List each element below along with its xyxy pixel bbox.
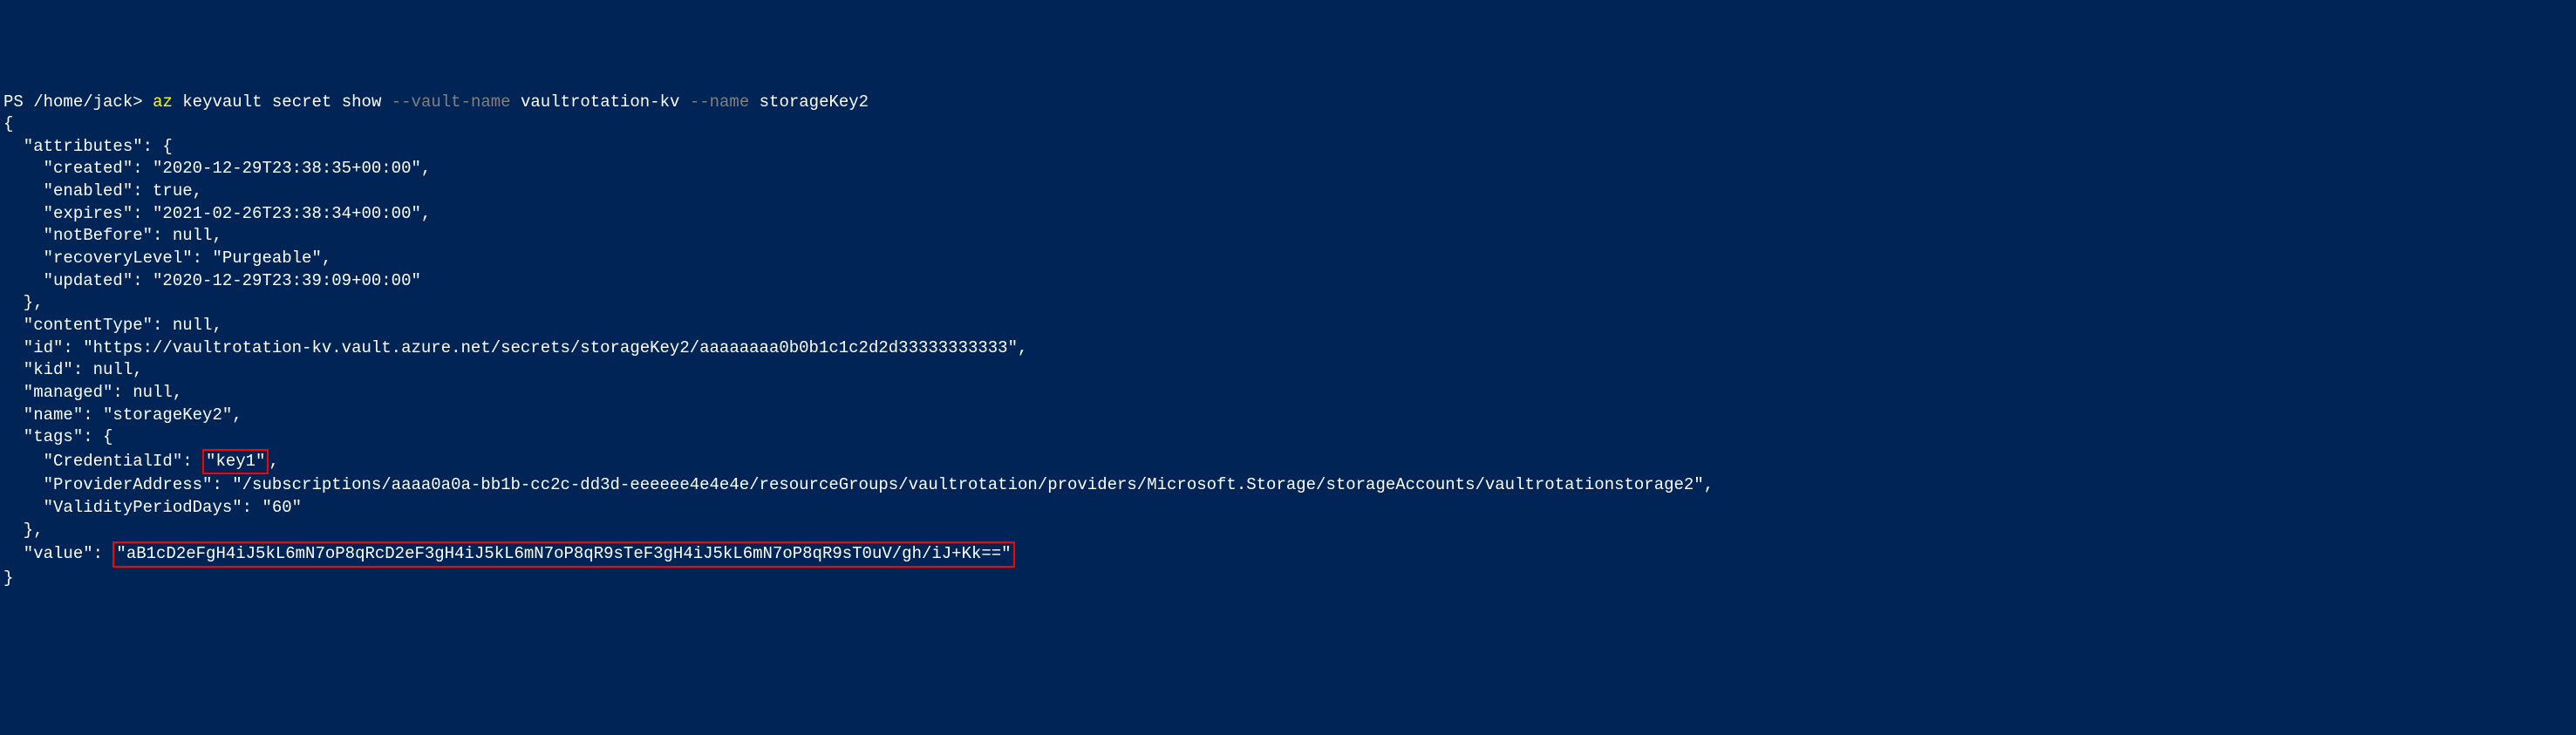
flag-vault-name: --vault-name	[392, 92, 521, 112]
json-tags-key: "tags": {	[3, 426, 2573, 449]
json-updated: "updated": "2020-12-29T23:39:09+00:00"	[3, 270, 2573, 293]
json-kid: "kid": null,	[3, 359, 2573, 382]
json-recoverylevel: "recoveryLevel": "Purgeable",	[3, 248, 2573, 270]
credentialid-highlight: "key1"	[202, 449, 269, 475]
prompt-path: /home/jack	[33, 92, 133, 112]
json-contenttype: "contentType": null,	[3, 315, 2573, 337]
value-pre: "value":	[3, 544, 112, 563]
json-notbefore: "notBefore": null,	[3, 225, 2573, 248]
json-enabled: "enabled": true,	[3, 180, 2573, 203]
val-name: storageKey2	[760, 92, 869, 112]
val-vault-name: vaultrotation-kv	[521, 92, 690, 112]
json-close-brace: }	[3, 568, 2573, 590]
cmd-secret: secret	[272, 92, 342, 112]
value-highlight: "aB1cD2eFgH4iJ5kL6mN7oP8qRcD2eF3gH4iJ5kL…	[112, 541, 1014, 568]
prompt-ps: PS	[3, 92, 33, 112]
json-expires: "expires": "2021-02-26T23:38:34+00:00",	[3, 203, 2573, 226]
cmd-keyvault: keyvault	[182, 92, 272, 112]
credentialid-post: ,	[269, 452, 278, 471]
prompt-line: PS /home/jack> az keyvault secret show -…	[3, 92, 2573, 114]
json-open-brace: {	[3, 113, 2573, 136]
json-validityperioddays: "ValidityPeriodDays": "60"	[3, 497, 2573, 520]
json-managed: "managed": null,	[3, 382, 2573, 405]
json-attributes-close: },	[3, 292, 2573, 315]
json-attributes-key: "attributes": {	[3, 136, 2573, 159]
json-created: "created": "2020-12-29T23:38:35+00:00",	[3, 158, 2573, 180]
credentialid-pre: "CredentialId":	[3, 452, 202, 471]
terminal[interactable]: PS /home/jack> az keyvault secret show -…	[3, 92, 2573, 590]
json-value: "value": "aB1cD2eFgH4iJ5kL6mN7oP8qRcD2eF…	[3, 541, 2573, 568]
flag-name: --name	[690, 92, 760, 112]
prompt-gt: >	[133, 92, 153, 112]
json-id: "id": "https://vaultrotation-kv.vault.az…	[3, 337, 2573, 360]
cmd-show: show	[342, 92, 392, 112]
json-credentialid: "CredentialId": "key1",	[3, 449, 2573, 475]
json-provideraddress: "ProviderAddress": "/subscriptions/aaaa0…	[3, 474, 2573, 497]
json-tags-close: },	[3, 520, 2573, 542]
json-name: "name": "storageKey2",	[3, 405, 2573, 427]
cmd-az: az	[153, 92, 182, 112]
